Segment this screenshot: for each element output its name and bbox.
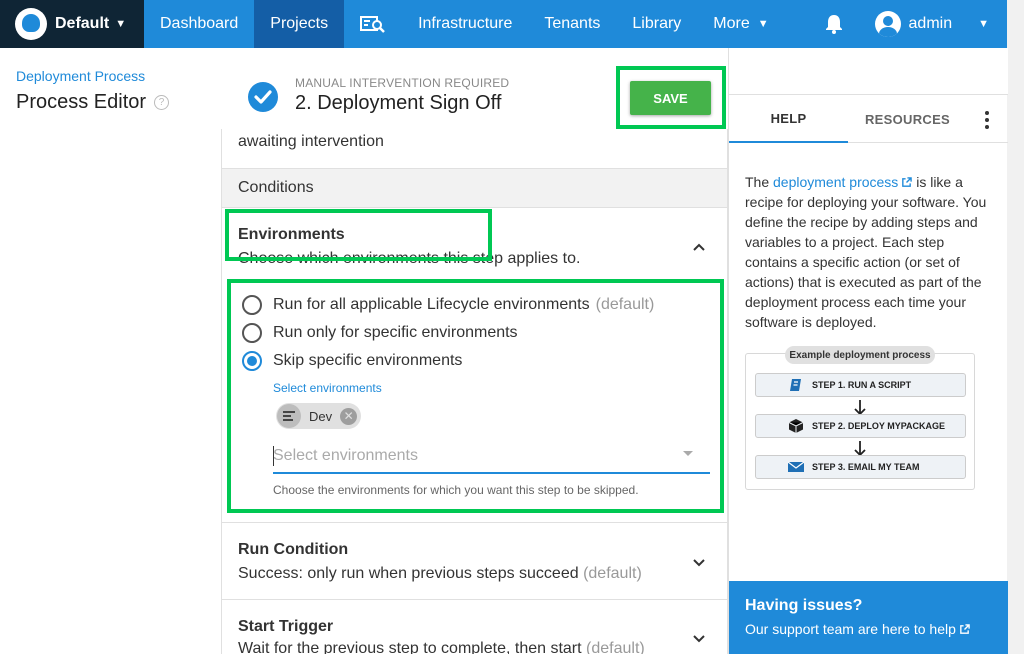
top-nav: Default ▼ Dashboard Projects Infrastruct… (0, 0, 1007, 48)
help-tabs: HELP RESOURCES (729, 96, 1008, 143)
space-switcher[interactable]: Default ▼ (0, 0, 144, 48)
help-question-icon[interactable]: ? (154, 95, 170, 110)
chevron-up-icon[interactable] (692, 240, 706, 254)
help-text-post: is like a recipe for deploying your soft… (745, 174, 987, 330)
step-check-icon (248, 82, 278, 112)
page-title: Process Editor (16, 91, 147, 113)
bell-icon[interactable] (825, 14, 845, 34)
nav-more[interactable]: More ▼ (697, 0, 784, 48)
script-icon (790, 379, 801, 391)
start-trigger-subtitle: Wait for the previous step to complete, … (238, 640, 645, 654)
diagram-step: STEP 3. EMAIL MY TEAM (755, 455, 966, 479)
external-link-icon (960, 624, 970, 634)
diagram-step: STEP 2. DEPLOY MYPACKAGE (755, 414, 966, 438)
nav-more-label: More (713, 15, 750, 32)
tasks-search-icon (360, 16, 385, 33)
nav-library[interactable]: Library (616, 0, 697, 48)
step-type-label: MANUAL INTERVENTION REQUIRED (295, 76, 510, 90)
caret-down-icon: ▼ (115, 18, 127, 30)
support-link-label: Our support team are here to help (745, 621, 956, 637)
support-title: Having issues? (745, 597, 863, 614)
chevron-down-icon[interactable] (692, 632, 706, 646)
link-label: deployment process (773, 174, 899, 190)
diagram-step-label: STEP 1. RUN A SCRIPT (812, 380, 912, 390)
space-name: Default (55, 15, 110, 32)
radio-button[interactable] (242, 323, 262, 343)
radio-label: Run only for specific environments (273, 324, 518, 341)
more-options-icon[interactable] (967, 96, 1007, 143)
environments-highlight-outline (225, 209, 492, 261)
email-icon (788, 461, 804, 472)
environment-chip: Dev ✕ (276, 403, 362, 429)
nav-tenants[interactable]: Tenants (528, 0, 616, 48)
example-process-diagram: Example deployment process STEP 1. RUN A… (745, 346, 975, 490)
caret-down-icon: ▼ (978, 18, 989, 30)
diagram-title: Example deployment process (785, 346, 935, 364)
tab-resources[interactable]: RESOURCES (848, 96, 967, 143)
diagram-step: STEP 1. RUN A SCRIPT (755, 373, 966, 397)
run-condition-subtitle: Success: only run when previous steps su… (238, 565, 642, 583)
radio-button[interactable] (242, 295, 262, 315)
start-trigger-default: (default) (586, 640, 645, 654)
avatar (874, 11, 901, 37)
radio-label: Skip specific environments (273, 352, 463, 369)
radio-all-environments[interactable]: Run for all applicable Lifecycle environ… (242, 295, 654, 315)
section-divider (222, 522, 727, 523)
help-text-pre: The (745, 174, 774, 190)
radio-skip-environments[interactable]: Skip specific environments (242, 351, 462, 371)
caret-down-icon: ▼ (757, 18, 769, 30)
help-sidebar: HELP RESOURCES The deployment process is… (728, 48, 1008, 654)
support-link[interactable]: Our support team are here to help (745, 621, 992, 637)
help-text: The deployment process is like a recipe … (745, 172, 995, 332)
radio-specific-environments[interactable]: Run only for specific environments (242, 323, 518, 343)
radio-button-checked[interactable] (242, 351, 262, 371)
nav-projects[interactable]: Projects (254, 0, 345, 48)
user-name: admin (908, 15, 953, 32)
start-trigger-text: Wait for the previous step to complete, … (238, 640, 582, 654)
tab-help[interactable]: HELP (729, 96, 848, 143)
run-condition-text: Success: only run when previous steps su… (238, 565, 579, 582)
page-title-row: Process Editor ? (16, 91, 170, 114)
external-link-icon (902, 177, 913, 187)
help-sidebar-top (729, 48, 1008, 95)
radio-default-suffix: (default) (595, 296, 655, 313)
nav-right: admin ▼ (825, 0, 1007, 48)
section-divider (222, 599, 727, 600)
step-title: 2. Deployment Sign Off (295, 92, 502, 114)
breadcrumb[interactable]: Deployment Process (16, 68, 145, 84)
step-editor-panel: awaiting intervention Conditions Environ… (221, 129, 728, 654)
conditions-header: Conditions (222, 168, 727, 208)
deployment-process-link[interactable]: deployment process (773, 174, 913, 190)
dropdown-arrow-icon[interactable] (683, 451, 693, 456)
run-condition-title: Run Condition (238, 541, 349, 558)
select-environments-label: Select environments (273, 381, 382, 395)
diagram-step-label: STEP 2. DEPLOY MYPACKAGE (812, 421, 946, 431)
chevron-down-icon[interactable] (692, 556, 706, 570)
partial-text: awaiting intervention (238, 133, 384, 150)
octopus-logo-icon (15, 8, 47, 40)
window-scrollbar[interactable] (1007, 0, 1024, 654)
radio-label: Run for all applicable Lifecycle environ… (273, 296, 590, 313)
nav-tasks[interactable] (344, 0, 402, 48)
nav-infrastructure[interactable]: Infrastructure (402, 0, 528, 48)
select-environments-hint: Choose the environments for which you wa… (273, 483, 639, 497)
select-environments-input[interactable] (273, 440, 710, 474)
package-icon (788, 419, 804, 433)
text-caret (273, 446, 274, 466)
user-menu[interactable]: admin ▼ (874, 11, 989, 37)
start-trigger-title: Start Trigger (238, 618, 334, 635)
chip-remove-icon[interactable]: ✕ (340, 407, 358, 425)
diagram-step-label: STEP 3. EMAIL MY TEAM (812, 462, 920, 472)
nav-dashboard[interactable]: Dashboard (144, 0, 254, 48)
environment-icon (277, 404, 301, 428)
run-condition-default: (default) (583, 565, 642, 582)
save-button[interactable]: SAVE (630, 81, 711, 115)
support-banner: Having issues? Our support team are here… (729, 581, 1008, 654)
chip-label: Dev (309, 408, 333, 424)
